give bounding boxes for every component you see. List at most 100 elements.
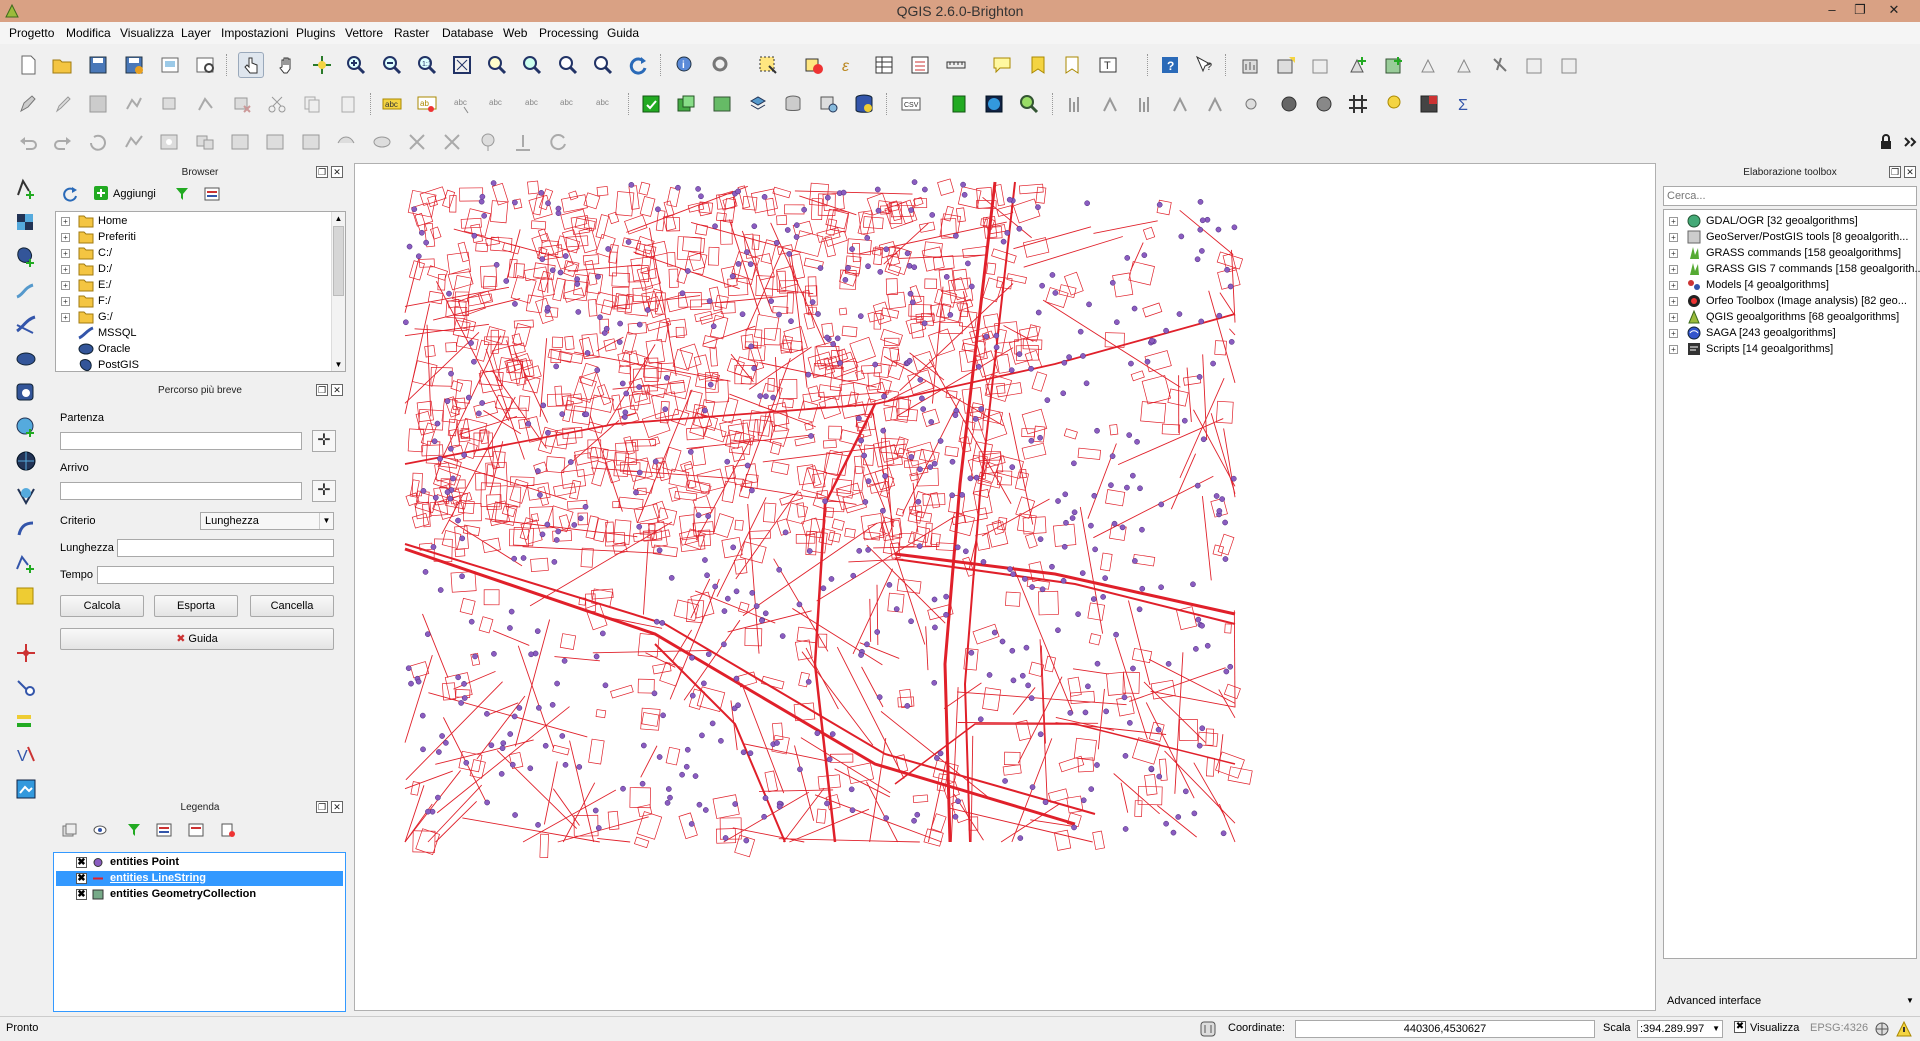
- plugin-globe-blue-icon[interactable]: [981, 91, 1007, 117]
- layer-checkbox[interactable]: ✖: [76, 889, 87, 900]
- toolbox-search-input[interactable]: [1663, 186, 1917, 206]
- merge-attributes-icon[interactable]: [510, 129, 536, 155]
- menu-web[interactable]: Web: [503, 26, 527, 40]
- add-mssql-icon[interactable]: [1557, 52, 1583, 78]
- expand-all-icon[interactable]: [156, 822, 172, 838]
- pick-start-icon[interactable]: ✛: [312, 430, 336, 452]
- plugin-map-icon[interactable]: [709, 91, 735, 117]
- restore-button[interactable]: ❐: [1846, 0, 1874, 22]
- delete-ring-icon[interactable]: [262, 129, 288, 155]
- pin-labels-icon[interactable]: abc: [450, 91, 476, 117]
- layer-checkbox[interactable]: ✖: [76, 873, 87, 884]
- export-button[interactable]: Esporta: [154, 595, 238, 617]
- legend-close-button[interactable]: ✕: [331, 801, 343, 813]
- add-icon[interactable]: [94, 186, 108, 200]
- coordinate-field[interactable]: 440306,4530627: [1295, 1020, 1595, 1038]
- map-render[interactable]: [355, 164, 1657, 1012]
- simplify-icon[interactable]: [121, 129, 147, 155]
- action-icon[interactable]: [708, 52, 734, 78]
- menu-visualizza[interactable]: Visualizza: [120, 26, 174, 40]
- field-stats-icon[interactable]: Σ: [1451, 91, 1477, 117]
- add-vector-icon[interactable]: [12, 175, 40, 203]
- visibility-icon[interactable]: [92, 822, 108, 838]
- change-label-icon[interactable]: abc: [592, 91, 618, 117]
- vector-tool-3-icon[interactable]: [1133, 91, 1159, 117]
- menu-progetto[interactable]: Progetto: [9, 26, 54, 40]
- vector-tool-8-icon[interactable]: [1311, 91, 1337, 117]
- toolbar-overflow-icon[interactable]: [1898, 129, 1920, 155]
- add-gpx-layer-icon[interactable]: [12, 515, 40, 543]
- add-delimited-layer-icon[interactable]: [12, 481, 40, 509]
- shortest-path-close-button[interactable]: ✕: [331, 384, 343, 396]
- cancel-button[interactable]: Cancella: [250, 595, 334, 617]
- paste-features-icon[interactable]: [335, 91, 361, 117]
- add-wfs-layer-icon[interactable]: [12, 447, 40, 475]
- vector-tool-6-icon[interactable]: [1240, 91, 1266, 117]
- add-postgis-icon[interactable]: [1308, 52, 1334, 78]
- end-input[interactable]: [60, 482, 302, 500]
- lock-icon[interactable]: [1873, 129, 1899, 155]
- close-button[interactable]: ✕: [1880, 0, 1908, 22]
- new-shapefile-icon[interactable]: [12, 549, 40, 577]
- new-bookmark-icon[interactable]: [1025, 52, 1051, 78]
- add-wms-layer-icon[interactable]: [12, 379, 40, 407]
- select-features-icon[interactable]: [755, 52, 781, 78]
- plugin-db-icon[interactable]: [780, 91, 806, 117]
- add-ring-icon[interactable]: [156, 129, 182, 155]
- vector-tool-4-icon[interactable]: [1168, 91, 1194, 117]
- add-field-icon[interactable]: V: [12, 741, 40, 769]
- browser-close-button[interactable]: ✕: [331, 166, 343, 178]
- add-postgis-layer-icon[interactable]: [12, 243, 40, 271]
- filter-icon[interactable]: [174, 186, 190, 202]
- vector-tool-1-icon[interactable]: [1063, 91, 1089, 117]
- map-canvas[interactable]: [354, 163, 1656, 1011]
- fill-ring-icon[interactable]: [227, 129, 253, 155]
- add-raster-layer-icon[interactable]: [1273, 52, 1299, 78]
- add-wcs-icon[interactable]: [1416, 52, 1442, 78]
- rotate-label-icon[interactable]: abc: [556, 91, 582, 117]
- legend-float-button[interactable]: ❐: [316, 801, 328, 813]
- zoom-last-icon[interactable]: [555, 52, 581, 78]
- refresh-icon[interactable]: [61, 185, 79, 203]
- plugin-green-icon[interactable]: [638, 91, 664, 117]
- save-edits-icon[interactable]: [85, 91, 111, 117]
- measure-icon[interactable]: [943, 52, 969, 78]
- remove-layer-icon[interactable]: [220, 822, 236, 838]
- touch-zoom-icon[interactable]: [238, 52, 264, 78]
- show-bookmarks-icon[interactable]: [1059, 52, 1085, 78]
- warning-icon[interactable]: [1896, 1020, 1912, 1037]
- csv-icon[interactable]: CSV: [898, 91, 924, 117]
- layer-labeling-icon[interactable]: ab: [414, 91, 440, 117]
- add-vector-layer-icon[interactable]: [1238, 52, 1264, 78]
- browser-scrollbar[interactable]: ▲ ▼: [331, 212, 345, 371]
- toolbox-close-button[interactable]: ✕: [1904, 166, 1916, 178]
- plugin-search-icon[interactable]: [1016, 91, 1042, 117]
- split-features-icon[interactable]: [404, 129, 430, 155]
- move-feature-icon[interactable]: [157, 91, 183, 117]
- calc-button[interactable]: Calcola: [60, 595, 144, 617]
- vector-tool-7-icon[interactable]: [1276, 91, 1302, 117]
- add-node-icon[interactable]: [12, 673, 40, 701]
- layer-entities-linestring[interactable]: ✖ entities LineString: [56, 871, 343, 886]
- plugin-puzzle-icon[interactable]: [1416, 91, 1442, 117]
- vector-tool-2-icon[interactable]: [1098, 91, 1124, 117]
- menu-vettore[interactable]: Vettore: [345, 26, 383, 40]
- add-spatialite-layer-icon[interactable]: [12, 277, 40, 305]
- map-tips-icon[interactable]: [989, 52, 1015, 78]
- menu-processing[interactable]: Processing: [539, 26, 598, 40]
- add-point-icon[interactable]: [12, 639, 40, 667]
- filter-legend-icon[interactable]: [126, 822, 142, 838]
- label-tool-icon[interactable]: abc: [379, 91, 405, 117]
- collapse-legend-icon[interactable]: [188, 822, 204, 838]
- pick-end-icon[interactable]: ✛: [312, 480, 336, 502]
- merge-selected-icon[interactable]: [475, 129, 501, 155]
- vector-tool-5-icon[interactable]: [1203, 91, 1229, 117]
- open-project-icon[interactable]: [49, 52, 75, 78]
- menu-database[interactable]: Database: [442, 26, 493, 40]
- reshape-icon[interactable]: [333, 129, 359, 155]
- current-edits-icon[interactable]: [15, 91, 41, 117]
- pan-to-selection-icon[interactable]: [309, 52, 335, 78]
- add-layer-map-icon[interactable]: [12, 775, 40, 803]
- add-line-icon[interactable]: [12, 707, 40, 735]
- node-tool-icon[interactable]: [193, 91, 219, 117]
